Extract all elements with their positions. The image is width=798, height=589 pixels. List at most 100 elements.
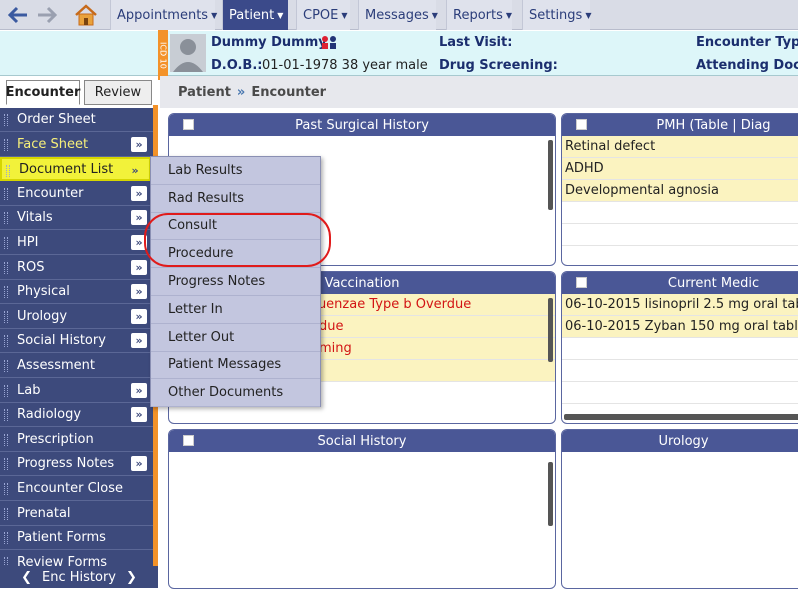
menu-patient[interactable]: Patient ▼ (222, 0, 288, 30)
panel-checkbox[interactable] (183, 119, 194, 130)
sidebar-item-label: Patient Forms (17, 530, 106, 546)
dropdown-item-letter-out[interactable]: Letter Out (151, 324, 320, 352)
sidebar-item-order-sheet[interactable]: Order Sheet (0, 108, 153, 132)
drag-grip-icon[interactable] (4, 335, 8, 348)
dropdown-item-other-documents[interactable]: Other Documents (151, 379, 320, 408)
panel-checkbox[interactable] (576, 277, 587, 288)
panel-title: Current Medic (667, 275, 760, 291)
pmh-panel: PMH (Table | Diag Retinal defect ADHD De… (561, 113, 798, 266)
drag-grip-icon[interactable] (4, 114, 8, 126)
sidebar-item-vitals[interactable]: Vitals » (0, 206, 153, 231)
chevron-right-icon[interactable]: ❯ (126, 570, 137, 585)
breadcrumb-patient[interactable]: Patient (178, 85, 231, 100)
drag-grip-icon[interactable] (4, 286, 8, 299)
menu-settings[interactable]: Settings ▼ (522, 0, 591, 30)
dropdown-item-patient-messages[interactable]: Patient Messages (151, 352, 320, 380)
drag-grip-icon[interactable] (4, 507, 8, 520)
sidebar-item-face-sheet[interactable]: Face Sheet » (0, 133, 153, 157)
enc-history-footer[interactable]: ❮ Enc History ❯ (0, 566, 158, 588)
expand-arrow-icon[interactable]: » (131, 456, 147, 472)
dropdown-item-lab-results[interactable]: Lab Results (151, 157, 320, 185)
drag-grip-icon[interactable] (6, 165, 10, 178)
horizontal-scrollbar[interactable] (564, 414, 798, 420)
expand-arrow-icon[interactable]: » (131, 259, 147, 275)
sidebar-item-assessment[interactable]: Assessment (0, 354, 153, 378)
sidebar-item-label: Vitals (17, 210, 53, 226)
tab-encounter[interactable]: Encounter (6, 80, 80, 105)
expand-arrow-icon[interactable]: » (131, 382, 147, 398)
drag-grip-icon[interactable] (4, 187, 8, 200)
drag-grip-icon[interactable] (4, 532, 8, 545)
sidebar-item-document-list[interactable]: Document List » (0, 157, 151, 182)
home-icon[interactable] (70, 0, 102, 30)
drag-grip-icon[interactable] (4, 310, 8, 323)
back-arrow-icon[interactable] (4, 0, 32, 30)
drag-grip-icon[interactable] (4, 237, 8, 249)
sidebar-item-label: Document List (19, 161, 114, 177)
expand-arrow-icon[interactable]: » (131, 308, 147, 324)
top-navigation: Appointments ▼ Patient ▼ CPOE ▼ Messages ▼ R… (0, 0, 798, 30)
sidebar-item-label: Social History (17, 333, 106, 349)
sidebar-item-prescription[interactable]: Prescription (0, 428, 153, 452)
sidebar-item-urology[interactable]: Urology » (0, 305, 153, 329)
dropdown-item-progress-notes[interactable]: Progress Notes (151, 268, 320, 296)
drag-grip-icon[interactable] (4, 138, 8, 151)
sidebar-item-label: Encounter Close (17, 481, 124, 496)
forward-arrow-icon[interactable] (34, 0, 60, 30)
sidebar-item-encounter[interactable]: Encounter » (0, 182, 153, 206)
sidebar-item-lab[interactable]: Lab » (0, 379, 153, 403)
breadcrumb-encounter: Encounter (251, 84, 327, 100)
menu-cpoe[interactable]: CPOE ▼ (296, 0, 350, 30)
expand-arrow-icon[interactable]: » (131, 284, 147, 300)
expand-arrow-icon[interactable]: » (127, 163, 143, 179)
sidebar-item-label: Physical (17, 284, 70, 300)
sidebar-item-prenatal[interactable]: Prenatal (0, 502, 153, 526)
drag-grip-icon[interactable] (4, 433, 8, 446)
tab-review[interactable]: Review (84, 80, 152, 105)
sidebar-item-label: Prenatal (17, 505, 71, 521)
scrollbar[interactable] (548, 298, 553, 362)
sidebar-item-label: Progress Notes (17, 456, 115, 472)
sidebar-item-physical[interactable]: Physical » (0, 280, 153, 305)
drag-grip-icon[interactable] (4, 384, 8, 397)
social-history-panel: Social History (168, 429, 556, 589)
menu-reports[interactable]: Reports ▼ (446, 0, 512, 30)
menu-appointments[interactable]: Appointments ▼ (110, 0, 217, 30)
drag-grip-icon[interactable] (4, 360, 8, 372)
sidebar-item-label: HPI (17, 235, 39, 250)
scrollbar[interactable] (548, 140, 553, 210)
urology-panel: Urology (561, 429, 798, 589)
expand-arrow-icon[interactable]: » (131, 407, 147, 423)
sidebar-item-radiology[interactable]: Radiology » (0, 403, 153, 428)
expand-arrow-icon[interactable]: » (131, 136, 147, 152)
scrollbar[interactable] (548, 462, 553, 526)
panel-checkbox[interactable] (576, 119, 587, 130)
drag-grip-icon[interactable] (4, 556, 8, 566)
expand-arrow-icon[interactable]: » (131, 185, 147, 201)
icd10-tab[interactable]: ICD 10 (158, 30, 168, 80)
drag-grip-icon[interactable] (4, 261, 8, 274)
drug-screening-label: Drug Screening: (439, 58, 558, 73)
drag-grip-icon[interactable] (4, 409, 8, 422)
dropdown-item-letter-in[interactable]: Letter In (151, 296, 320, 324)
family-icon[interactable] (320, 35, 338, 53)
expand-arrow-icon[interactable]: » (131, 333, 147, 349)
sidebar-item-patient-forms[interactable]: Patient Forms (0, 526, 153, 551)
panel-checkbox[interactable] (183, 435, 194, 446)
sidebar-item-progress-notes[interactable]: Progress Notes » (0, 452, 153, 477)
menu-messages[interactable]: Messages ▼ (358, 0, 438, 30)
dropdown-item-rad-results[interactable]: Rad Results (151, 185, 320, 213)
medication-row: 06-10-2015 lisinopril 2.5 mg oral table (562, 294, 798, 316)
sidebar-item-hpi[interactable]: HPI» (0, 231, 153, 255)
panel-title: Vaccination (324, 275, 400, 291)
drag-grip-icon[interactable] (4, 212, 8, 225)
drag-grip-icon[interactable] (4, 458, 8, 471)
sidebar-item-social-history[interactable]: Social History » (0, 329, 153, 354)
sidebar-item-review-forms[interactable]: Review Forms (0, 551, 153, 566)
drag-grip-icon[interactable] (4, 483, 8, 495)
chevron-left-icon[interactable]: ❮ (21, 570, 32, 585)
annotation-oval (144, 213, 331, 267)
sidebar-item-ros[interactable]: ROS » (0, 256, 153, 280)
expand-arrow-icon[interactable]: » (131, 210, 147, 226)
sidebar-item-encounter-close[interactable]: Encounter Close (0, 477, 153, 501)
